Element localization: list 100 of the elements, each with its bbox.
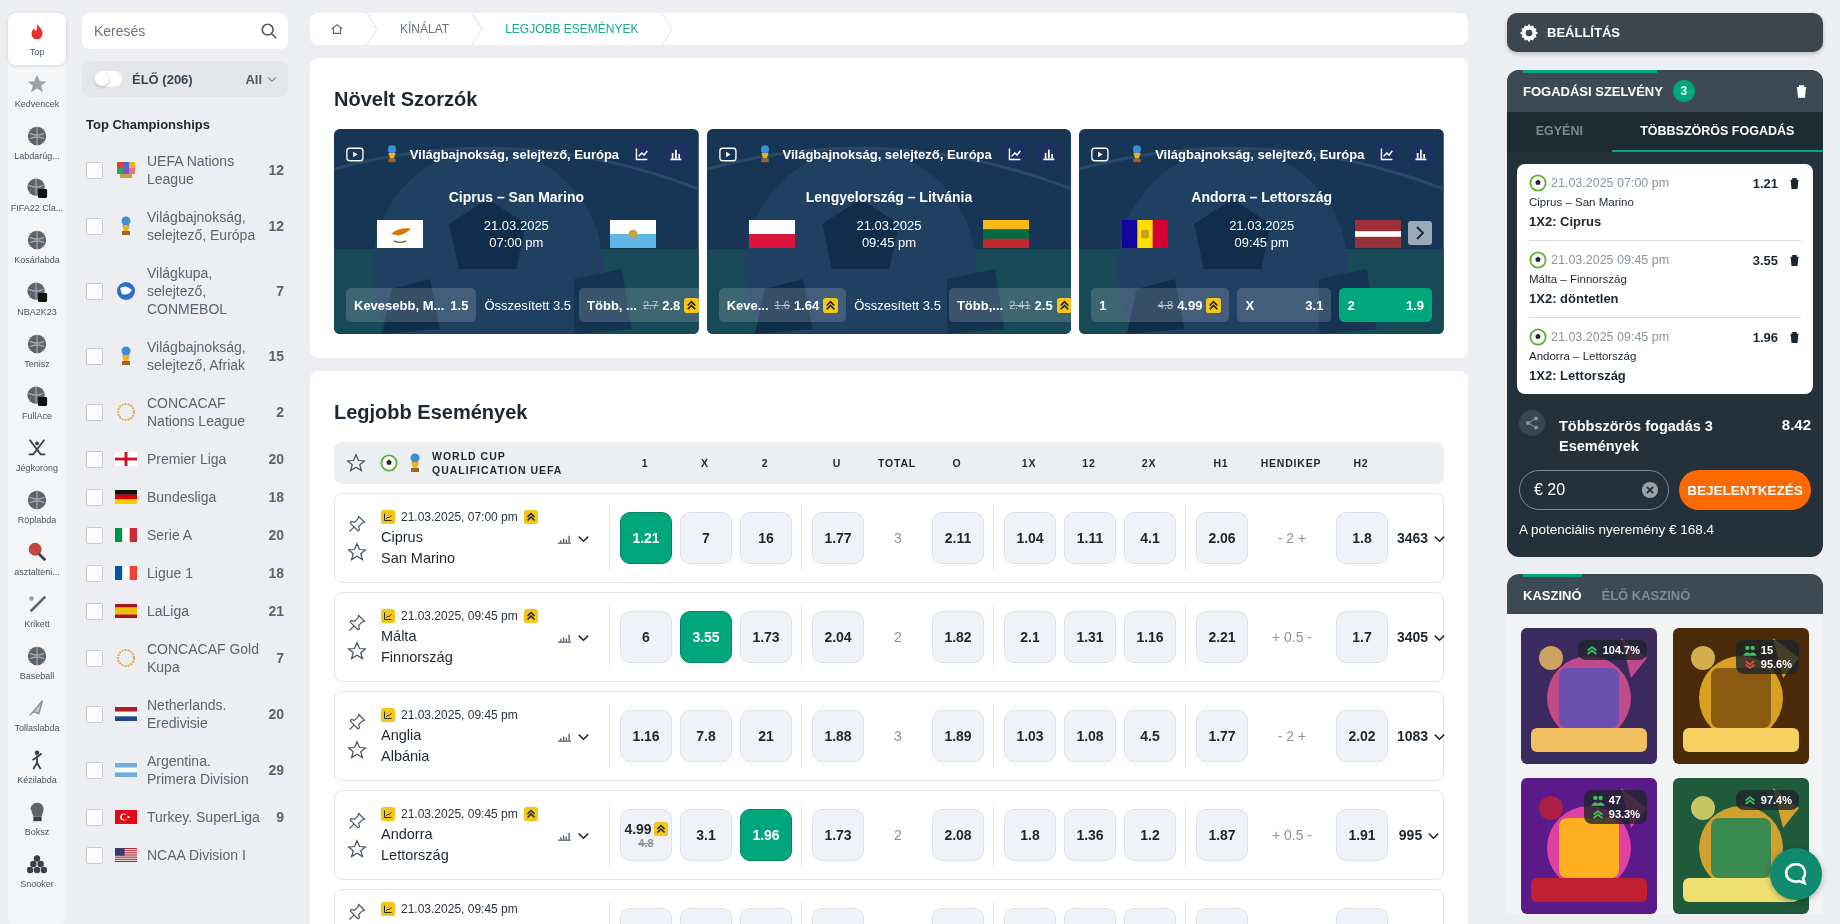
- more-markets-button[interactable]: 995: [1398, 827, 1442, 843]
- bar-chart-icon[interactable]: [1410, 143, 1432, 165]
- championship-link[interactable]: Premier Liga: [147, 450, 261, 468]
- championship-link[interactable]: Serie A: [147, 526, 261, 544]
- odd-button[interactable]: 1.16: [1124, 611, 1176, 663]
- sport-tab[interactable]: FullAce: [8, 377, 66, 429]
- sport-tab[interactable]: Baseball: [8, 637, 66, 689]
- pin-icon[interactable]: [347, 514, 367, 534]
- checkbox[interactable]: [86, 564, 103, 582]
- odds-button[interactable]: X 3.1: [1237, 288, 1332, 322]
- odd-button[interactable]: 2.21: [1196, 611, 1248, 663]
- chart-icon[interactable]: [381, 902, 395, 916]
- play-icon[interactable]: [718, 146, 737, 162]
- more-markets-button[interactable]: 3405: [1397, 629, 1448, 645]
- odd-button[interactable]: 1.77: [1196, 710, 1248, 762]
- odd-button[interactable]: 1.73: [812, 809, 864, 861]
- odd-button[interactable]: 4.5: [1124, 710, 1176, 762]
- more-markets-button[interactable]: 3463: [1397, 530, 1448, 546]
- championship-link[interactable]: UEFA Nations League: [147, 152, 261, 188]
- checkbox[interactable]: [86, 705, 103, 723]
- championship-link[interactable]: CONCACAF Nations League: [147, 394, 261, 430]
- trash-icon[interactable]: [1788, 176, 1801, 190]
- chart-icon[interactable]: [381, 707, 395, 722]
- sport-tab[interactable]: NBA2K23: [8, 273, 66, 325]
- star-icon[interactable]: [346, 453, 366, 473]
- odd-button[interactable]: 21: [740, 710, 792, 762]
- search-icon[interactable]: [260, 22, 278, 40]
- odd-button[interactable]: 1.89: [932, 710, 984, 762]
- trash-icon[interactable]: [1788, 253, 1801, 267]
- sport-tab[interactable]: Kosárlabda: [8, 221, 66, 273]
- checkbox[interactable]: [86, 649, 103, 667]
- sport-tab[interactable]: Kedvencek: [8, 65, 66, 117]
- play-icon[interactable]: [346, 146, 364, 162]
- odd-button[interactable]: 1.36: [1064, 809, 1116, 861]
- star-icon[interactable]: [347, 740, 367, 760]
- championship-link[interactable]: Turkey. SuperLiga: [147, 808, 261, 826]
- sport-tab[interactable]: Röplabda: [8, 481, 66, 533]
- sport-tab[interactable]: asztalteni...: [8, 533, 66, 585]
- odds-button[interactable]: Keve... 1.6 1.64: [718, 288, 847, 322]
- sport-tab[interactable]: Jégkorong: [8, 429, 66, 481]
- odd-button[interactable]: 1.8: [1004, 809, 1056, 861]
- sport-tab[interactable]: Top: [8, 13, 66, 65]
- star-icon[interactable]: [347, 641, 367, 661]
- checkbox[interactable]: [86, 217, 103, 235]
- odd-button[interactable]: 2.04: [812, 611, 864, 663]
- sport-tab[interactable]: Tenisz: [8, 325, 66, 377]
- championship-link[interactable]: CONCACAF Gold Kupa: [147, 640, 261, 676]
- star-icon[interactable]: [347, 542, 367, 562]
- sport-tab[interactable]: Krikett: [8, 585, 66, 637]
- championship-link[interactable]: Világbajnokság, selejtező, Európa: [147, 208, 261, 244]
- filter-dropdown[interactable]: All: [245, 71, 278, 87]
- line-chart-icon[interactable]: [1003, 143, 1026, 165]
- tab[interactable]: KASZINÓ: [1523, 574, 1582, 614]
- odd-button[interactable]: 1.08: [1064, 710, 1116, 762]
- sport-tab[interactable]: Labdarúg...: [8, 117, 66, 169]
- odd-button[interactable]: 1.87: [1196, 809, 1248, 861]
- chart-icon[interactable]: [381, 509, 395, 524]
- odd-button[interactable]: 4.99 4.8: [620, 809, 672, 861]
- trash-icon[interactable]: [1788, 330, 1801, 344]
- odd-button[interactable]: 1.2: [1124, 809, 1176, 861]
- odd-button[interactable]: 4.1: [1124, 512, 1176, 564]
- odds-button[interactable]: Kevesebb, M... 1.5: [346, 288, 477, 322]
- play-icon[interactable]: [1091, 146, 1110, 162]
- bar-chart-icon[interactable]: [1037, 143, 1060, 165]
- odd-button[interactable]: 1.73: [740, 611, 792, 663]
- line-chart-icon[interactable]: [631, 143, 653, 165]
- odd-button[interactable]: 6: [620, 611, 672, 663]
- odd-button[interactable]: 1.16: [620, 710, 672, 762]
- checkbox[interactable]: [86, 761, 103, 779]
- live-toggle[interactable]: [94, 71, 122, 87]
- odd-button[interactable]: 1.31: [1064, 611, 1116, 663]
- odd-button[interactable]: 2.08: [932, 809, 984, 861]
- tab[interactable]: TÖBBSZÖRÖS FOGADÁS: [1611, 112, 1823, 152]
- championship-link[interactable]: Netherlands. Eredivisie: [147, 696, 261, 732]
- stake-field[interactable]: € 20: [1519, 470, 1669, 510]
- odd-button[interactable]: 2.06: [1196, 512, 1248, 564]
- odd-button[interactable]: 3.1: [680, 809, 732, 861]
- sport-tab[interactable]: Kézilabda: [8, 741, 66, 793]
- odd-button[interactable]: 1.82: [932, 611, 984, 663]
- sport-tab[interactable]: FIFA22 Cla...: [8, 169, 66, 221]
- checkbox[interactable]: [86, 282, 103, 300]
- checkbox[interactable]: [86, 347, 103, 365]
- checkbox[interactable]: [86, 808, 103, 826]
- checkbox[interactable]: [86, 488, 103, 506]
- odd-button[interactable]: 1.8: [1336, 512, 1388, 564]
- pin-icon[interactable]: [347, 811, 367, 831]
- pin-icon[interactable]: [347, 613, 367, 633]
- championship-link[interactable]: Világkupa, selejtező, CONMEBOL: [147, 264, 261, 318]
- championship-link[interactable]: Világbajnokság, selejtező, Afriak: [147, 338, 261, 374]
- tab[interactable]: EGYÉNI: [1507, 112, 1612, 152]
- checkbox[interactable]: [86, 450, 103, 468]
- odd-button[interactable]: 7.8: [680, 710, 732, 762]
- odd-button[interactable]: 1.03: [1004, 710, 1056, 762]
- star-icon[interactable]: [347, 839, 367, 859]
- pin-icon[interactable]: [347, 712, 367, 732]
- odd-button[interactable]: 7: [680, 512, 732, 564]
- championship-link[interactable]: Ligue 1: [147, 564, 261, 582]
- odd-button[interactable]: 16: [740, 512, 792, 564]
- settings-button[interactable]: BEÁLLÍTÁS: [1507, 13, 1823, 52]
- odds-button[interactable]: Több, ... 2.7 2.8: [579, 288, 699, 322]
